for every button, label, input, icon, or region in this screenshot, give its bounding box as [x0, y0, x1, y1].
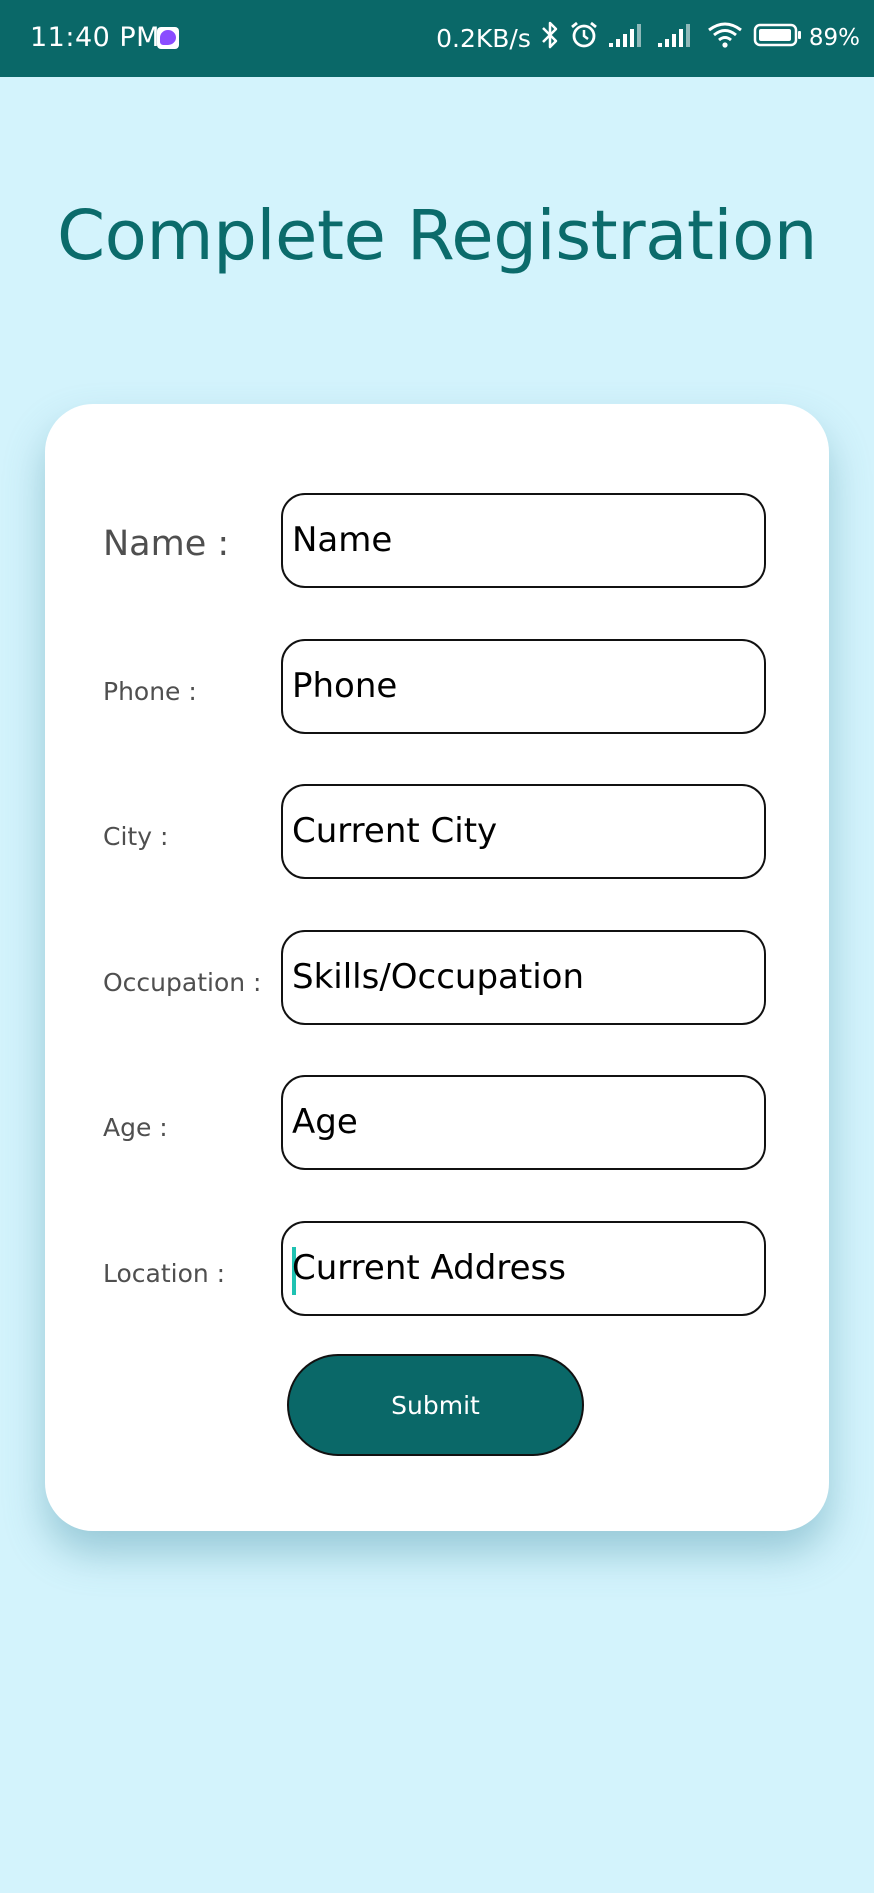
age-field[interactable]: Age	[281, 1075, 766, 1170]
name-field[interactable]: Name	[281, 493, 766, 588]
location-label: Location :	[103, 1259, 226, 1288]
city-field[interactable]: Current City	[281, 784, 766, 879]
battery-percent: 89%	[808, 25, 860, 51]
status-bar: 11:40 PM 0.2KB/s 89%	[0, 0, 874, 77]
status-icons: 0.2KB/s 89%	[436, 20, 860, 56]
messenger-icon	[157, 27, 179, 49]
bluetooth-icon	[540, 20, 560, 56]
signal-icon	[608, 22, 648, 54]
occupation-field[interactable]: Skills/Occupation	[281, 930, 766, 1025]
occupation-input[interactable]: Skills/Occupation	[292, 932, 584, 1022]
status-time: 11:40 PM	[30, 22, 160, 53]
phone-label: Phone :	[103, 677, 197, 706]
network-speed: 0.2KB/s	[436, 23, 531, 53]
page-title: Complete Registration	[56, 196, 818, 276]
phone-input[interactable]: Phone	[292, 641, 397, 731]
alarm-icon	[569, 20, 599, 56]
submit-button[interactable]: Submit	[287, 1354, 584, 1456]
phone-field[interactable]: Phone	[281, 639, 766, 734]
name-input[interactable]: Name	[292, 495, 392, 585]
city-label: City :	[103, 822, 169, 851]
age-label: Age :	[103, 1113, 168, 1142]
battery-icon	[753, 22, 803, 54]
age-input[interactable]: Age	[292, 1077, 358, 1167]
city-input[interactable]: Current City	[292, 786, 497, 876]
occupation-label: Occupation :	[103, 968, 262, 997]
location-field[interactable]: Current Address	[281, 1221, 766, 1316]
wifi-icon	[706, 21, 744, 55]
signal-icon	[657, 22, 697, 54]
location-input[interactable]: Current Address	[292, 1223, 566, 1313]
registration-card: Name : Name Phone : Phone City : Current…	[45, 404, 829, 1531]
name-label: Name :	[103, 524, 230, 564]
